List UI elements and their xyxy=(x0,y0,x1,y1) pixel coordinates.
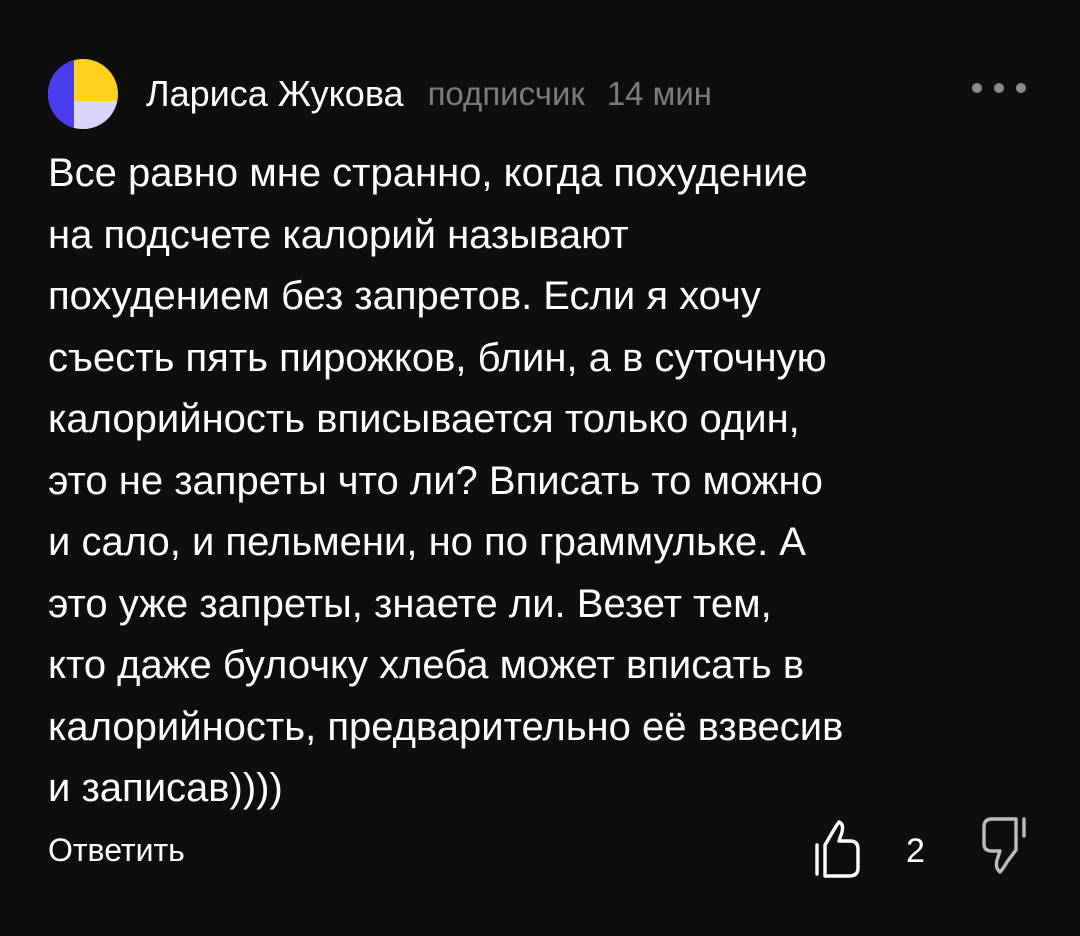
thumb-down-icon[interactable] xyxy=(978,814,1030,878)
comment-actions: Ответить 2 xyxy=(48,817,1038,882)
avatar-icon[interactable] xyxy=(48,59,118,129)
comment-header: Лариса Жукова подписчик 14 мин xyxy=(48,55,1038,133)
comment-text: Все равно мне странно, когда похудение н… xyxy=(48,151,844,810)
thumb-up-icon[interactable] xyxy=(812,818,862,882)
author-role-badge: подписчик xyxy=(427,75,585,112)
comment-timestamp: 14 мин xyxy=(606,75,713,112)
author-name[interactable]: Лариса Жукова xyxy=(146,73,404,115)
more-dot xyxy=(994,83,1004,93)
more-icon[interactable] xyxy=(972,79,1026,97)
reply-button[interactable]: Ответить xyxy=(48,832,185,869)
more-dot xyxy=(972,83,982,93)
comment-card: Лариса Жукова подписчик 14 мин Все равно… xyxy=(0,0,1080,936)
like-count: 2 xyxy=(906,832,925,870)
more-dot xyxy=(1016,83,1026,93)
